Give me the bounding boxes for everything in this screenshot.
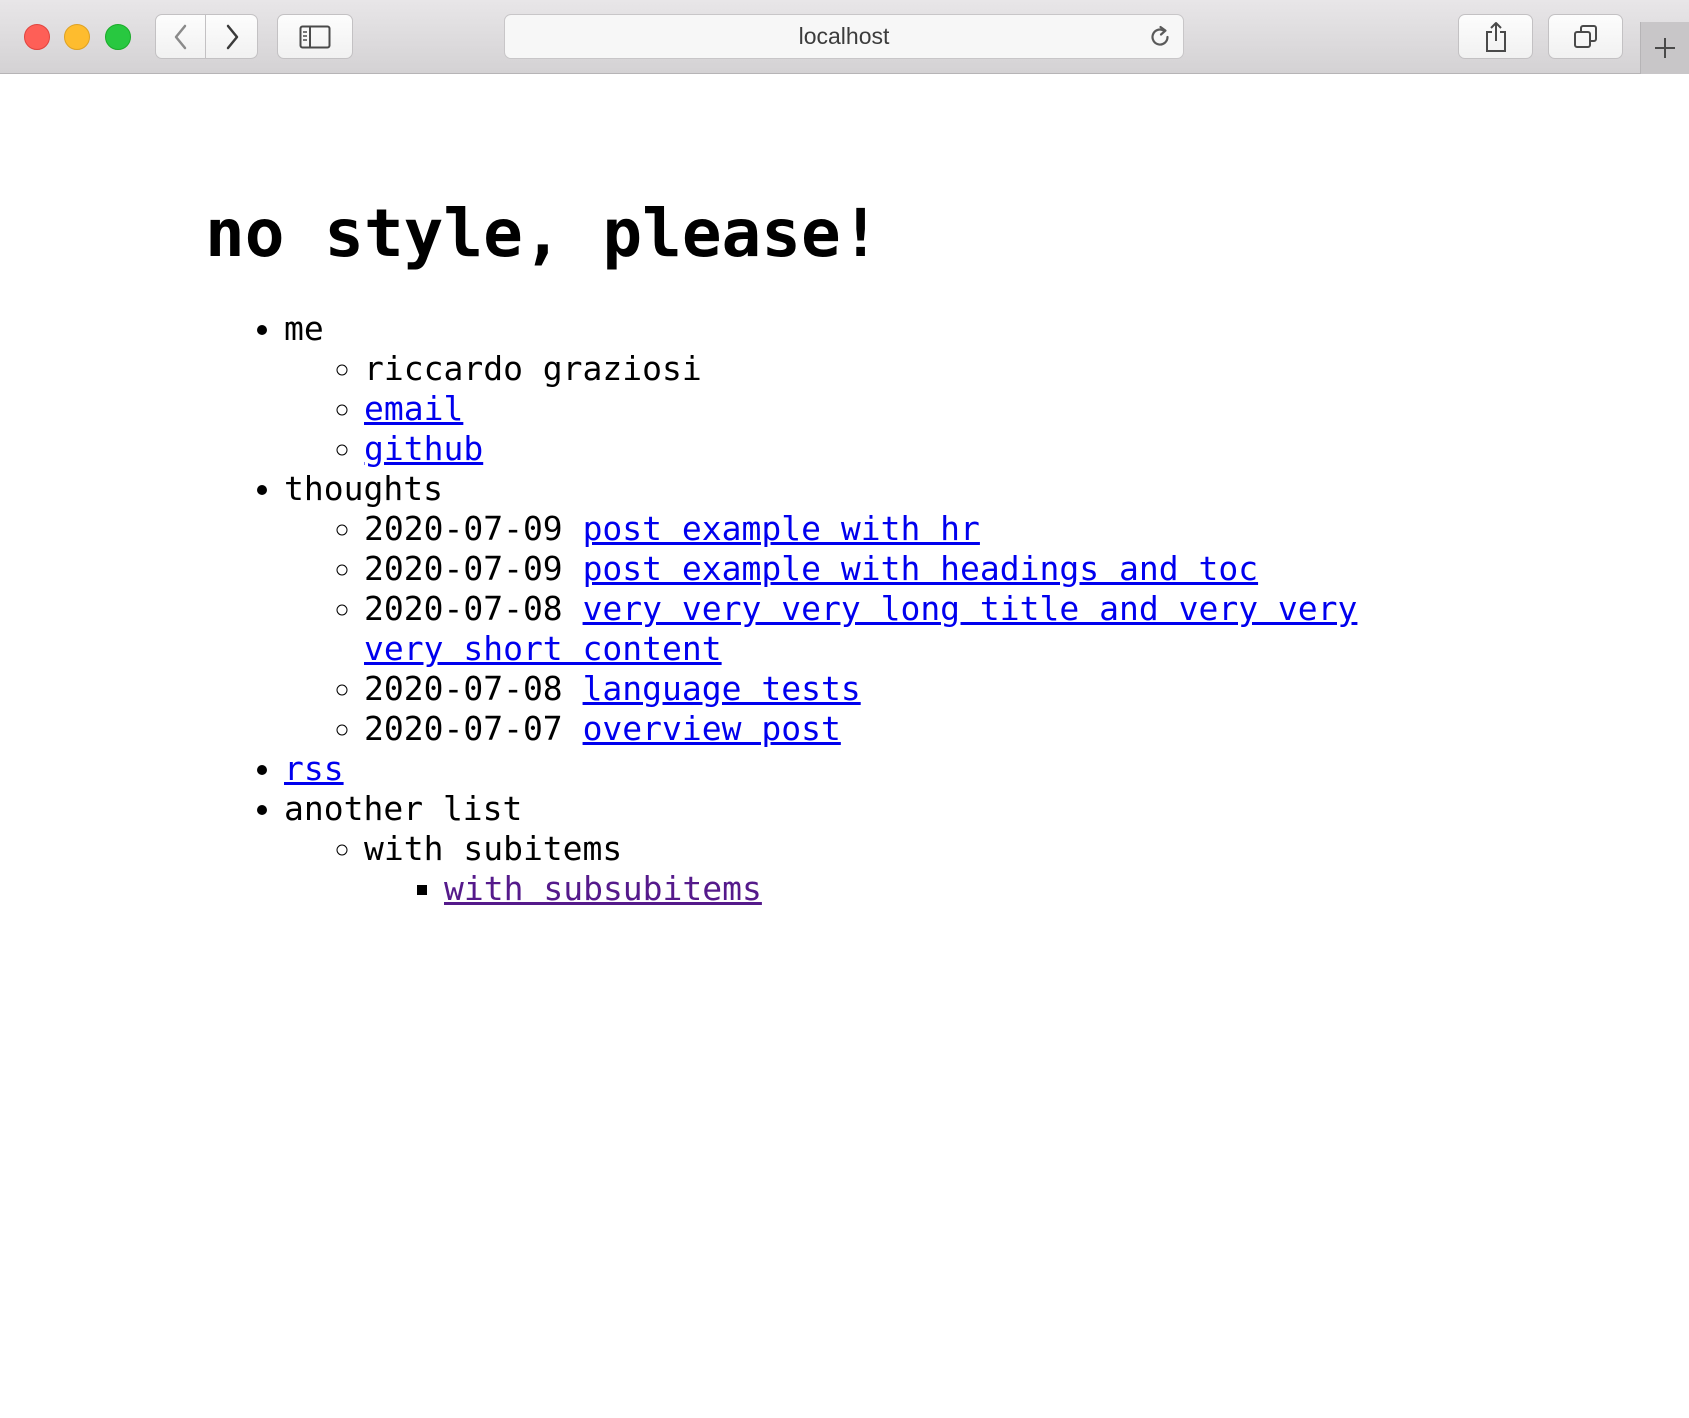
post-item: 2020-07-09 post example with headings an…: [364, 549, 1424, 589]
list-item-another-list: another list with subitems with subsubit…: [284, 789, 1424, 909]
post-link[interactable]: language tests: [583, 669, 861, 708]
sidebar-toggle-button[interactable]: [277, 14, 353, 59]
list-item: with subitems with subsubitems: [364, 829, 1424, 909]
tabs-overview-icon: [1573, 24, 1597, 48]
another-list-label: another list: [284, 789, 523, 828]
forward-button[interactable]: [206, 14, 258, 59]
subsublist: with subsubitems: [364, 869, 1424, 909]
list-item: with subsubitems: [444, 869, 1424, 909]
list-item: github: [364, 429, 1424, 469]
share-icon: [1485, 21, 1506, 52]
me-sublist: riccardo graziosi email github: [284, 349, 1424, 469]
tab-overview-button[interactable]: [1548, 14, 1623, 59]
subsubitem-link[interactable]: with subsubitems: [444, 869, 762, 908]
chevron-right-icon: [226, 24, 238, 49]
chevron-left-icon: [174, 24, 186, 49]
minimize-window-button[interactable]: [64, 24, 90, 50]
post-date: 2020-07-08: [364, 589, 563, 628]
me-label: me: [284, 309, 324, 348]
github-link[interactable]: github: [364, 429, 483, 468]
list-item-rss: rss: [284, 749, 1424, 789]
post-date: 2020-07-07: [364, 709, 563, 748]
list-item: email: [364, 389, 1424, 429]
posts-list: 2020-07-09 post example with hr 2020-07-…: [284, 509, 1424, 749]
main-list: me riccardo graziosi email github though…: [205, 309, 1424, 909]
browser-toolbar: localhost: [0, 0, 1689, 74]
post-item: 2020-07-09 post example with hr: [364, 509, 1424, 549]
subitem-label: with subitems: [364, 829, 623, 868]
back-button[interactable]: [155, 14, 206, 59]
share-button[interactable]: [1458, 14, 1533, 59]
sidebar-icon: [299, 25, 331, 48]
email-link[interactable]: email: [364, 389, 463, 428]
reload-icon[interactable]: [1147, 24, 1173, 50]
another-sublist: with subitems with subsubitems: [284, 829, 1424, 909]
post-link[interactable]: post example with hr: [583, 509, 980, 548]
list-item-thoughts: thoughts 2020-07-09 post example with hr…: [284, 469, 1424, 749]
post-date: 2020-07-09: [364, 549, 563, 588]
page-title: no style, please!: [205, 195, 881, 272]
zoom-window-button[interactable]: [105, 24, 131, 50]
post-link[interactable]: post example with headings and toc: [583, 549, 1259, 588]
rss-link[interactable]: rss: [284, 749, 344, 788]
post-item: 2020-07-08 language tests: [364, 669, 1424, 709]
list-item: riccardo graziosi: [364, 349, 1424, 389]
browser-window: localhost no style, please! • me ◦ ricca…: [0, 0, 1689, 1418]
post-link[interactable]: overview post: [583, 709, 841, 748]
author-name: riccardo graziosi: [364, 349, 702, 388]
address-bar[interactable]: localhost: [504, 14, 1184, 59]
close-window-button[interactable]: [24, 24, 50, 50]
post-item: 2020-07-07 overview post: [364, 709, 1424, 749]
new-tab-button[interactable]: [1640, 22, 1689, 74]
plus-icon: [1655, 38, 1675, 58]
page-content: no style, please! me riccardo graziosi e…: [0, 74, 1689, 1418]
address-text: localhost: [798, 23, 890, 49]
thoughts-label: thoughts: [284, 469, 443, 508]
list-item-me: me riccardo graziosi email github: [284, 309, 1424, 469]
post-date: 2020-07-08: [364, 669, 563, 708]
post-date: 2020-07-09: [364, 509, 563, 548]
post-item: 2020-07-08 very very very long title and…: [364, 589, 1424, 669]
